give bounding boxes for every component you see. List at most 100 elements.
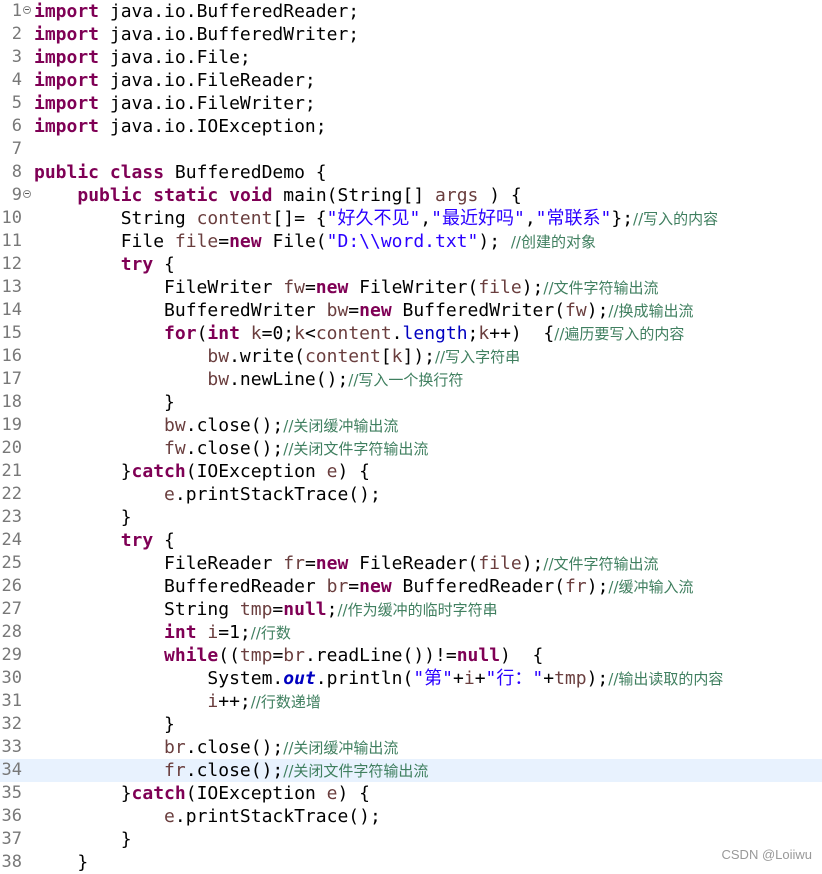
code-keyword: try	[120, 254, 154, 275]
code-comment: //输出读取的内容	[608, 670, 724, 688]
code-line[interactable]: 14 BufferedWriter bw=new BufferedWriter(…	[0, 299, 822, 322]
code-line[interactable]: 20 fw.close();//关闭文件字符输出流	[0, 437, 822, 460]
code-token: =	[348, 300, 360, 321]
code-token: java.io.FileReader;	[99, 70, 316, 91]
code-token: ,	[420, 208, 432, 229]
code-token: fw	[565, 300, 587, 321]
code-text: for(int k=0;k<content.length;k++) {//遍历要…	[34, 322, 684, 346]
code-token: .close();	[185, 438, 284, 459]
line-number: 2	[11, 24, 22, 44]
code-line[interactable]: 37 }	[0, 828, 822, 851]
code-line[interactable]: 10 String content[]= {"好久不见","最近好吗","常联系…	[0, 207, 822, 230]
code-token: };	[611, 208, 634, 229]
code-text: e.printStackTrace();	[34, 805, 381, 828]
code-token: java.io.BufferedWriter;	[99, 24, 360, 45]
code-token: FileReader	[34, 553, 284, 574]
code-token: +	[474, 668, 486, 689]
code-token: =	[304, 277, 316, 298]
code-line[interactable]: 19 bw.close();//关闭缓冲输出流	[0, 414, 822, 437]
code-line[interactable]: 13 FileWriter fw=new FileWriter(file);//…	[0, 276, 822, 299]
code-line[interactable]: 21 }catch(IOException e) {	[0, 460, 822, 483]
line-number: 22	[1, 484, 22, 504]
code-line[interactable]: 29 while((tmp=br.readLine())!=null) {	[0, 644, 822, 667]
code-token: ++;	[218, 691, 251, 712]
csdn-watermark: CSDN @Loiiwu	[721, 847, 813, 862]
code-line[interactable]: 4 import java.io.FileReader;	[0, 69, 822, 92]
code-line[interactable]: 9 public static void main(String[] args …	[0, 184, 822, 207]
code-token: java.io.FileWriter;	[99, 93, 316, 114]
fold-toggle-icon[interactable]	[23, 6, 31, 14]
code-line[interactable]: 6 import java.io.IOException;	[0, 115, 822, 138]
code-line[interactable]: 8 public class BufferedDemo {	[0, 161, 822, 184]
code-text: BufferedReader br=new BufferedReader(fr)…	[34, 575, 694, 599]
code-token: BufferedWriter	[34, 300, 327, 321]
code-token: .newLine();	[229, 369, 349, 390]
line-number: 17	[1, 369, 22, 389]
code-line[interactable]: 2 import java.io.BufferedWriter;	[0, 23, 822, 46]
code-token: File(	[261, 231, 327, 252]
line-number: 11	[1, 231, 22, 251]
code-token: .close();	[185, 415, 284, 436]
code-keyword: null	[283, 599, 327, 620]
code-token: BufferedDemo {	[164, 162, 327, 183]
code-token: fw	[164, 438, 186, 459]
line-number: 14	[1, 300, 22, 320]
code-token: );	[521, 553, 544, 574]
code-keyword: import	[34, 70, 100, 91]
code-token: i	[207, 622, 219, 643]
code-line[interactable]: 33 br.close();//关闭缓冲输出流	[0, 736, 822, 759]
code-line[interactable]: 11 File file=new File("D:\\word.txt"); /…	[0, 230, 822, 253]
code-text: File file=new File("D:\\word.txt"); //创建…	[34, 230, 596, 254]
line-number: 30	[1, 668, 22, 688]
code-line[interactable]: 26 BufferedReader br=new BufferedReader(…	[0, 575, 822, 598]
code-text: try {	[34, 529, 175, 552]
code-line[interactable]: 17 bw.newLine();//写入一个换行符	[0, 368, 822, 391]
fold-toggle-icon[interactable]	[23, 190, 31, 198]
code-token: .printStackTrace();	[174, 484, 381, 505]
code-line[interactable]: 27 String tmp=null;//作为缓冲的临时字符串	[0, 598, 822, 621]
line-number: 8	[11, 162, 22, 182]
line-number: 20	[1, 438, 22, 458]
code-line[interactable]: 34 fr.close();//关闭文件字符输出流	[0, 759, 822, 782]
code-editor[interactable]: 1 import java.io.BufferedReader; 2 import j…	[0, 0, 822, 874]
code-token: ,	[524, 208, 536, 229]
code-line[interactable]: 5 import java.io.FileWriter;	[0, 92, 822, 115]
code-token: ) {	[500, 645, 544, 666]
code-line[interactable]: 1 import java.io.BufferedReader;	[0, 0, 822, 23]
code-line[interactable]: 35 }catch(IOException e) {	[0, 782, 822, 805]
code-line[interactable]: 36 e.printStackTrace();	[0, 805, 822, 828]
line-number: 1	[11, 1, 22, 21]
line-number: 15	[1, 323, 22, 343]
code-token: bw	[164, 415, 186, 436]
code-token: ;	[467, 323, 479, 344]
code-line[interactable]: 25 FileReader fr=new FileReader(file);//…	[0, 552, 822, 575]
code-token: }	[34, 714, 175, 735]
code-line[interactable]: 18 }	[0, 391, 822, 414]
code-line[interactable]: 28 int i=1;//行数	[0, 621, 822, 644]
code-keyword: null	[456, 645, 501, 666]
code-keyword: for	[164, 323, 197, 344]
code-line[interactable]: 7	[0, 138, 822, 161]
line-number: 23	[1, 507, 22, 527]
code-line[interactable]: 31 i++;//行数递增	[0, 690, 822, 713]
code-line[interactable]: 24 try {	[0, 529, 822, 552]
code-keyword: void	[229, 185, 273, 206]
code-line[interactable]: 3 import java.io.File;	[0, 46, 822, 69]
code-keyword: catch	[131, 783, 186, 804]
code-line[interactable]: 38 }	[0, 851, 822, 874]
code-line[interactable]: 30 System.out.println("第"+i+"行："+tmp);//…	[0, 667, 822, 690]
code-line[interactable]: 15 for(int k=0;k<content.length;k++) {//…	[0, 322, 822, 345]
code-line[interactable]: 32 }	[0, 713, 822, 736]
code-comment: //关闭文件字符输出流	[283, 762, 429, 780]
code-line[interactable]: 16 bw.write(content[k]);//写入字符串	[0, 345, 822, 368]
code-comment: //行数递增	[250, 693, 321, 711]
line-number: 31	[1, 691, 22, 711]
code-token: java.io.BufferedReader;	[99, 1, 360, 22]
code-token: args	[435, 185, 479, 206]
code-line[interactable]: 23 }	[0, 506, 822, 529]
code-line[interactable]: 12 try {	[0, 253, 822, 276]
code-line[interactable]: 22 e.printStackTrace();	[0, 483, 822, 506]
